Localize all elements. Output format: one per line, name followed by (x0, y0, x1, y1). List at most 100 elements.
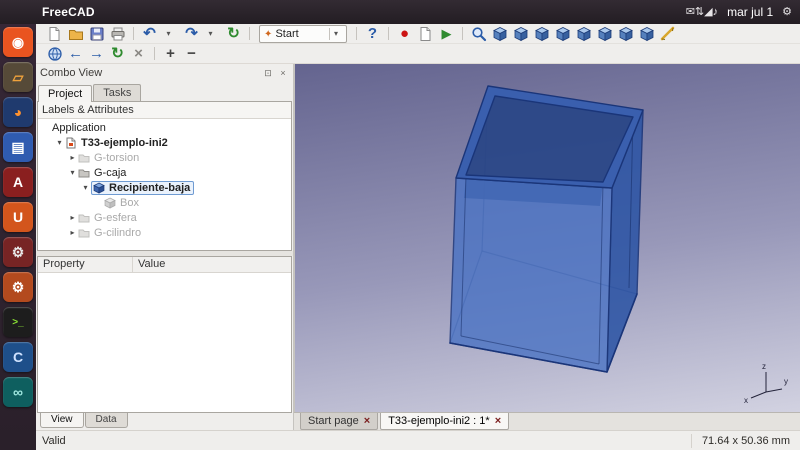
redo-icon[interactable]: ↷ (181, 24, 202, 44)
zoom-out-icon[interactable]: − (181, 44, 202, 64)
tree-item-application[interactable]: Application (38, 120, 291, 135)
tree-collapsed-arrow-icon[interactable]: ▸ (67, 228, 78, 237)
toolbar-main: ↶▾↷▾↻✦ Start▾?●▶ (36, 24, 800, 44)
macro-execute-icon[interactable]: ▶ (436, 24, 457, 44)
combo-divider (329, 28, 330, 40)
view-axonometric-icon[interactable] (636, 24, 657, 44)
model-tree-frame: Labels & Attributes Application▾T33-ejem… (37, 101, 292, 251)
chevron-down-icon: ▾ (334, 29, 342, 38)
document-icon (65, 137, 78, 149)
print-document-icon[interactable] (107, 24, 128, 44)
firefox-icon[interactable]: ◕ (3, 97, 33, 127)
workbench-label: Start (275, 28, 298, 40)
arduino-icon[interactable]: ∞ (3, 377, 33, 407)
system-tray: ✉⇅◢♪ mar jul 1 ⚙ (686, 0, 800, 24)
tree-item-g-caja[interactable]: ▾G-caja (38, 165, 291, 180)
start-page-icon[interactable] (44, 44, 65, 64)
chromium-icon[interactable]: C (3, 342, 33, 372)
tree-item-recipiente-baja[interactable]: ▾Recipiente-baja (38, 180, 291, 195)
measure-distance-icon[interactable] (657, 24, 678, 44)
workbench-selector[interactable]: ✦ Start▾ (259, 25, 347, 43)
tree-selection: Recipiente-baja (91, 181, 194, 195)
tree-item-t33-ejemplo-ini2[interactable]: ▾T33-ejemplo-ini2 (38, 135, 291, 150)
tree-expanded-arrow-icon[interactable]: ▾ (80, 183, 91, 192)
document-tab[interactable]: Start page× (300, 413, 378, 430)
model-box[interactable] (295, 64, 800, 412)
tree-item-g-esfera[interactable]: ▸G-esfera (38, 210, 291, 225)
status-message: Valid (36, 435, 66, 447)
document-tabbar: Start page×T33-ejemplo-ini2 : 1*× (294, 412, 800, 430)
column-property[interactable]: Property (38, 257, 133, 272)
close-panel-icon[interactable]: × (277, 67, 289, 79)
tab-data[interactable]: Data (85, 413, 128, 428)
nav-back-icon[interactable]: ← (65, 44, 86, 64)
nav-forward-icon[interactable]: → (86, 44, 107, 64)
view-rear-icon[interactable] (573, 24, 594, 44)
column-value[interactable]: Value (133, 257, 165, 272)
red-a-app-icon[interactable]: A (3, 167, 33, 197)
ubuntu-one-icon[interactable]: U (3, 202, 33, 232)
group-icon (78, 152, 91, 164)
view-front-icon[interactable] (510, 24, 531, 44)
tree-collapsed-arrow-icon[interactable]: ▸ (67, 153, 78, 162)
tree-collapsed-arrow-icon[interactable]: ▸ (67, 213, 78, 222)
toolbar-separator (388, 27, 389, 40)
tree-expanded-arrow-icon[interactable]: ▾ (54, 138, 65, 147)
clock[interactable]: mar jul 1 (727, 5, 773, 19)
open-document-icon[interactable] (65, 24, 86, 44)
signal-icon[interactable]: ◢ (704, 6, 712, 18)
ubuntu-top-bar: FreeCAD ✉⇅◢♪ mar jul 1 ⚙ (0, 0, 800, 24)
zoom-in-icon[interactable]: + (160, 44, 181, 64)
refresh-icon[interactable]: ↻ (223, 24, 244, 44)
gear-icon[interactable]: ⚙ (782, 0, 792, 24)
property-table-body[interactable] (38, 273, 291, 412)
settings-gear-icon[interactable]: ⚙ (3, 272, 33, 302)
volume-icon[interactable]: ♪ (713, 6, 719, 18)
redo-menu-icon[interactable]: ▾ (202, 24, 223, 44)
whats-this-icon[interactable]: ? (362, 24, 383, 44)
view-isometric-icon[interactable] (489, 24, 510, 44)
status-bar: Valid 71.64 x 50.36 mm (36, 430, 800, 450)
viewport-3d[interactable]: z x y (295, 64, 800, 412)
tree-expanded-arrow-icon[interactable]: ▾ (67, 168, 78, 177)
close-tab-icon[interactable]: × (495, 416, 501, 427)
tab-view[interactable]: View (40, 413, 84, 428)
document-tab[interactable]: T33-ejemplo-ini2 : 1*× (380, 413, 509, 430)
macro-list-icon[interactable] (415, 24, 436, 44)
tools-icon[interactable]: ⚙ (3, 237, 33, 267)
view-fit-all-icon[interactable] (468, 24, 489, 44)
undo-icon[interactable]: ↶ (139, 24, 160, 44)
view-right-icon[interactable] (552, 24, 573, 44)
ubuntu-dash-icon[interactable]: ◉ (3, 27, 33, 57)
group-icon (78, 167, 91, 179)
undo-menu-icon[interactable]: ▾ (160, 24, 181, 44)
box-icon (104, 197, 117, 209)
tab-project[interactable]: Project (38, 85, 92, 102)
close-tab-icon[interactable]: × (364, 416, 370, 427)
terminal-icon[interactable]: >_ (3, 307, 33, 337)
tree-item-g-torsion[interactable]: ▸G-torsion (38, 150, 291, 165)
files-icon[interactable]: ▱ (3, 62, 33, 92)
writer-icon[interactable]: ▤ (3, 132, 33, 162)
view-left-icon[interactable] (615, 24, 636, 44)
toolbar-separator (462, 27, 463, 40)
float-panel-icon[interactable]: ⊡ (262, 67, 274, 79)
page-refresh-icon[interactable]: ↻ (107, 44, 128, 64)
tab-tasks[interactable]: Tasks (93, 84, 141, 101)
tree-item-box[interactable]: Box (38, 195, 291, 210)
unity-launcher: ◉ ▱ ◕ ▤ AU ⚙ ⚙ >_ C ∞ (0, 24, 36, 450)
model-tree: Application▾T33-ejemplo-ini2▸G-torsion▾G… (38, 119, 291, 250)
network-icon[interactable]: ⇅ (695, 6, 704, 18)
view-top-icon[interactable] (531, 24, 552, 44)
app-title: FreeCAD (42, 5, 95, 19)
nav-stop-icon[interactable]: × (128, 44, 149, 64)
view-bottom-icon[interactable] (594, 24, 615, 44)
combo-view-tabs: ProjectTasks (36, 82, 293, 101)
combo-view-title: Combo View (40, 67, 102, 79)
toolbar-separator (133, 27, 134, 40)
macro-record-icon[interactable]: ● (394, 24, 415, 44)
mail-icon[interactable]: ✉ (686, 6, 695, 18)
tree-item-g-cilindro[interactable]: ▸G-cilindro (38, 225, 291, 240)
save-document-icon[interactable] (86, 24, 107, 44)
new-document-icon[interactable] (44, 24, 65, 44)
